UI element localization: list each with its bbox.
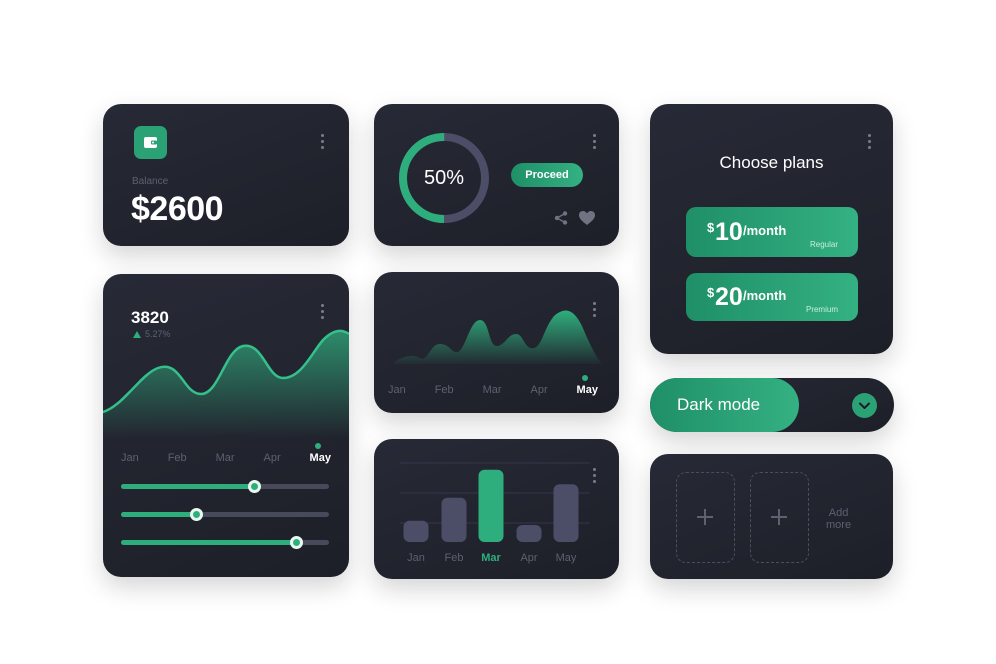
bar-label-apr: Apr (520, 552, 537, 564)
stats-card: 3820 5.27% Jan Feb Mar Apr May (103, 274, 349, 577)
bar-label-may: May (556, 552, 577, 564)
bar-feb[interactable] (441, 497, 467, 542)
add-more-card: Add more (650, 454, 893, 579)
month-label: Jan (121, 452, 139, 464)
bar-jan[interactable] (403, 520, 429, 542)
bar-may[interactable] (553, 484, 579, 542)
balance-label: Balance (132, 176, 169, 187)
wallet-icon (134, 126, 167, 159)
add-slot-2[interactable] (750, 472, 809, 563)
month-label: Mar (482, 384, 502, 396)
slider-handle[interactable] (189, 508, 203, 521)
month-label: Feb (434, 384, 454, 396)
add-more-line2: more (826, 519, 852, 531)
progress-menu-icon[interactable] (593, 134, 597, 152)
month-label: Jan (388, 384, 406, 396)
add-slot-1[interactable] (676, 472, 735, 563)
dark-mode-toggle[interactable]: Dark mode (650, 378, 894, 432)
plan-regular-button[interactable]: $ 10 /month Regular (686, 207, 858, 257)
bar-mar[interactable] (478, 469, 504, 542)
plan-premium-currency: $ (707, 285, 715, 300)
stats-active-dot (315, 443, 321, 449)
bar-chart: Jan Feb Mar Apr May (400, 462, 590, 564)
heart-icon[interactable] (578, 210, 596, 226)
bar-label-jan: Jan (407, 552, 425, 564)
plus-icon (697, 509, 713, 525)
slider-handle[interactable] (248, 480, 262, 493)
balance-card: Balance $2600 (103, 104, 349, 246)
slider-fill (121, 540, 296, 545)
month-label: Apr (263, 452, 281, 464)
area-active-dot (582, 375, 588, 381)
plan-premium-period: /month (743, 288, 787, 303)
plus-icon (771, 509, 787, 525)
progress-card: 50% Proceed (374, 104, 619, 246)
bar-apr[interactable] (516, 525, 542, 542)
progress-percent: 50% (423, 167, 465, 189)
add-more-line1: Add (828, 507, 849, 519)
slider-fill (121, 512, 196, 517)
area-chart-card: Jan Feb Mar Apr May (374, 272, 619, 413)
plan-regular-amount: 10 (715, 218, 743, 246)
balance-menu-icon[interactable] (321, 134, 325, 152)
dark-mode-label: Dark mode (677, 395, 761, 414)
slider-group (121, 480, 329, 554)
plan-regular-tier: Regular (809, 240, 838, 249)
plan-premium-amount: 20 (715, 283, 743, 311)
month-label: May (576, 384, 598, 396)
proceed-button[interactable]: Proceed (511, 163, 583, 187)
share-icon[interactable] (553, 210, 569, 226)
slider-track[interactable] (121, 480, 329, 493)
slider-fill (121, 484, 255, 489)
plan-premium-tier: Premium (805, 305, 838, 314)
month-label: Mar (215, 452, 235, 464)
plans-menu-icon[interactable] (868, 134, 872, 152)
bar-label-mar: Mar (481, 552, 501, 564)
month-label: May (309, 452, 331, 464)
plan-premium-button[interactable]: $ 20 /month Premium (686, 273, 858, 321)
bar-label-feb: Feb (445, 552, 464, 564)
plan-regular-period: /month (743, 223, 787, 238)
chevron-down-icon[interactable] (852, 393, 877, 418)
month-label: Feb (167, 452, 187, 464)
slider-track[interactable] (121, 508, 329, 521)
balance-amount: $2600 (131, 190, 224, 228)
add-more-label[interactable]: Add more (826, 507, 851, 531)
month-label: Apr (530, 384, 548, 396)
slider-handle[interactable] (289, 536, 303, 549)
plans-card: Choose plans $ 10 /month Regular $ 20 /m… (650, 104, 893, 354)
stats-month-axis: Jan Feb Mar Apr May (121, 452, 331, 464)
plans-title: Choose plans (719, 153, 824, 172)
area-month-axis: Jan Feb Mar Apr May (388, 384, 598, 396)
plan-regular-currency: $ (707, 220, 715, 235)
slider-track[interactable] (121, 536, 329, 549)
bar-chart-card: Jan Feb Mar Apr May (374, 439, 619, 579)
